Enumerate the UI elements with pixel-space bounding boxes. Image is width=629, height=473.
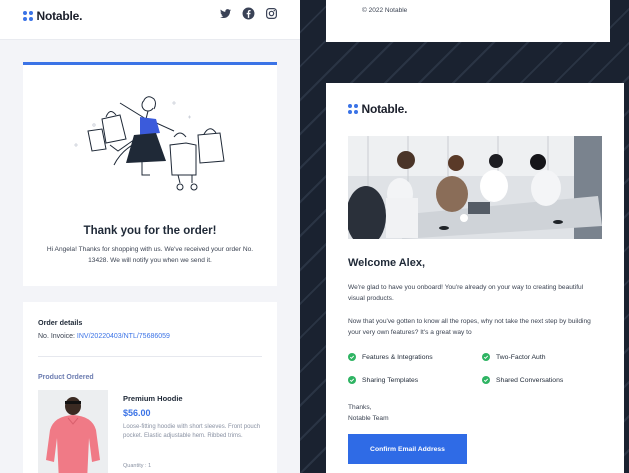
feature-item: Shared Conversations xyxy=(482,376,563,384)
order-details-title: Order details xyxy=(38,318,83,327)
thank-you-message: Hi Angela! Thanks for shopping with us. … xyxy=(46,246,254,264)
brand-name: Notable. xyxy=(361,102,408,116)
product-description: Loose-fitting hoodie with short sleeves.… xyxy=(123,424,261,439)
instagram-icon[interactable] xyxy=(265,7,278,20)
product-quantity: Quantity : 1 xyxy=(123,463,152,469)
welcome-paragraph-1: We're glad to have you onboard! You're a… xyxy=(348,284,584,302)
twitter-icon[interactable] xyxy=(219,7,232,20)
brand-name: Notable. xyxy=(36,9,83,23)
feature-label: Shared Conversations xyxy=(496,376,564,384)
check-circle-icon xyxy=(348,353,356,361)
hoodie-model-photo xyxy=(38,390,108,473)
welcome-paragraph-2: Now that you've gotten to know all the r… xyxy=(348,318,591,336)
product-ordered-title: Product Ordered xyxy=(38,374,94,381)
previous-email-footer: © 2022 Notable xyxy=(326,0,610,42)
signoff: Thanks, Notable Team xyxy=(348,402,389,424)
product-name: Premium Hoodie xyxy=(123,394,183,403)
feature-label: Sharing Templates xyxy=(362,376,419,384)
social-links xyxy=(219,7,278,20)
brand-logo[interactable]: Notable. xyxy=(348,102,407,116)
check-circle-icon xyxy=(482,353,490,361)
product-price: $56.00 xyxy=(123,408,151,418)
feature-label: Features & Integrations xyxy=(362,353,433,361)
welcome-title: Welcome Alex, xyxy=(348,257,426,269)
welcome-email-card: Notable. Welcome Alex, We're glad to hav… xyxy=(326,83,624,473)
logo-mark-icon xyxy=(348,104,358,114)
team-photo-image xyxy=(348,136,602,239)
check-circle-icon xyxy=(348,376,356,384)
feature-label: Two-Factor Auth xyxy=(496,353,546,361)
check-circle-icon xyxy=(482,376,490,384)
email-header: Notable. xyxy=(0,0,300,40)
copyright-text: © 2022 Notable xyxy=(362,7,408,14)
order-email-panel: Notable. Thank you for the order! Hi Ang… xyxy=(0,0,300,473)
confirm-email-button[interactable]: Confirm Email Address xyxy=(348,434,467,464)
divider xyxy=(38,356,262,357)
logo-mark-icon xyxy=(23,11,33,21)
team-meeting-photo xyxy=(348,136,602,239)
shopping-woman-illustration xyxy=(74,96,225,191)
signoff-thanks: Thanks, xyxy=(348,404,372,411)
invoice-link[interactable]: INV/20220403/NTL/75686059 xyxy=(77,333,170,340)
invoice-label: No. Invoice: xyxy=(38,333,77,340)
facebook-icon[interactable] xyxy=(242,7,255,20)
feature-item: Features & Integrations xyxy=(348,353,433,361)
brand-logo[interactable]: Notable. xyxy=(23,9,82,23)
invoice-line: No. Invoice: INV/20220403/NTL/75686059 xyxy=(38,333,170,340)
thank-you-card: Thank you for the order! Hi Angela! Than… xyxy=(23,62,277,286)
product-image xyxy=(38,390,108,473)
signoff-team: Notable Team xyxy=(348,415,389,422)
feature-item: Two-Factor Auth xyxy=(482,353,546,361)
order-details-card: Order details No. Invoice: INV/20220403/… xyxy=(23,302,277,473)
thank-you-title: Thank you for the order! xyxy=(83,225,217,237)
feature-item: Sharing Templates xyxy=(348,376,418,384)
